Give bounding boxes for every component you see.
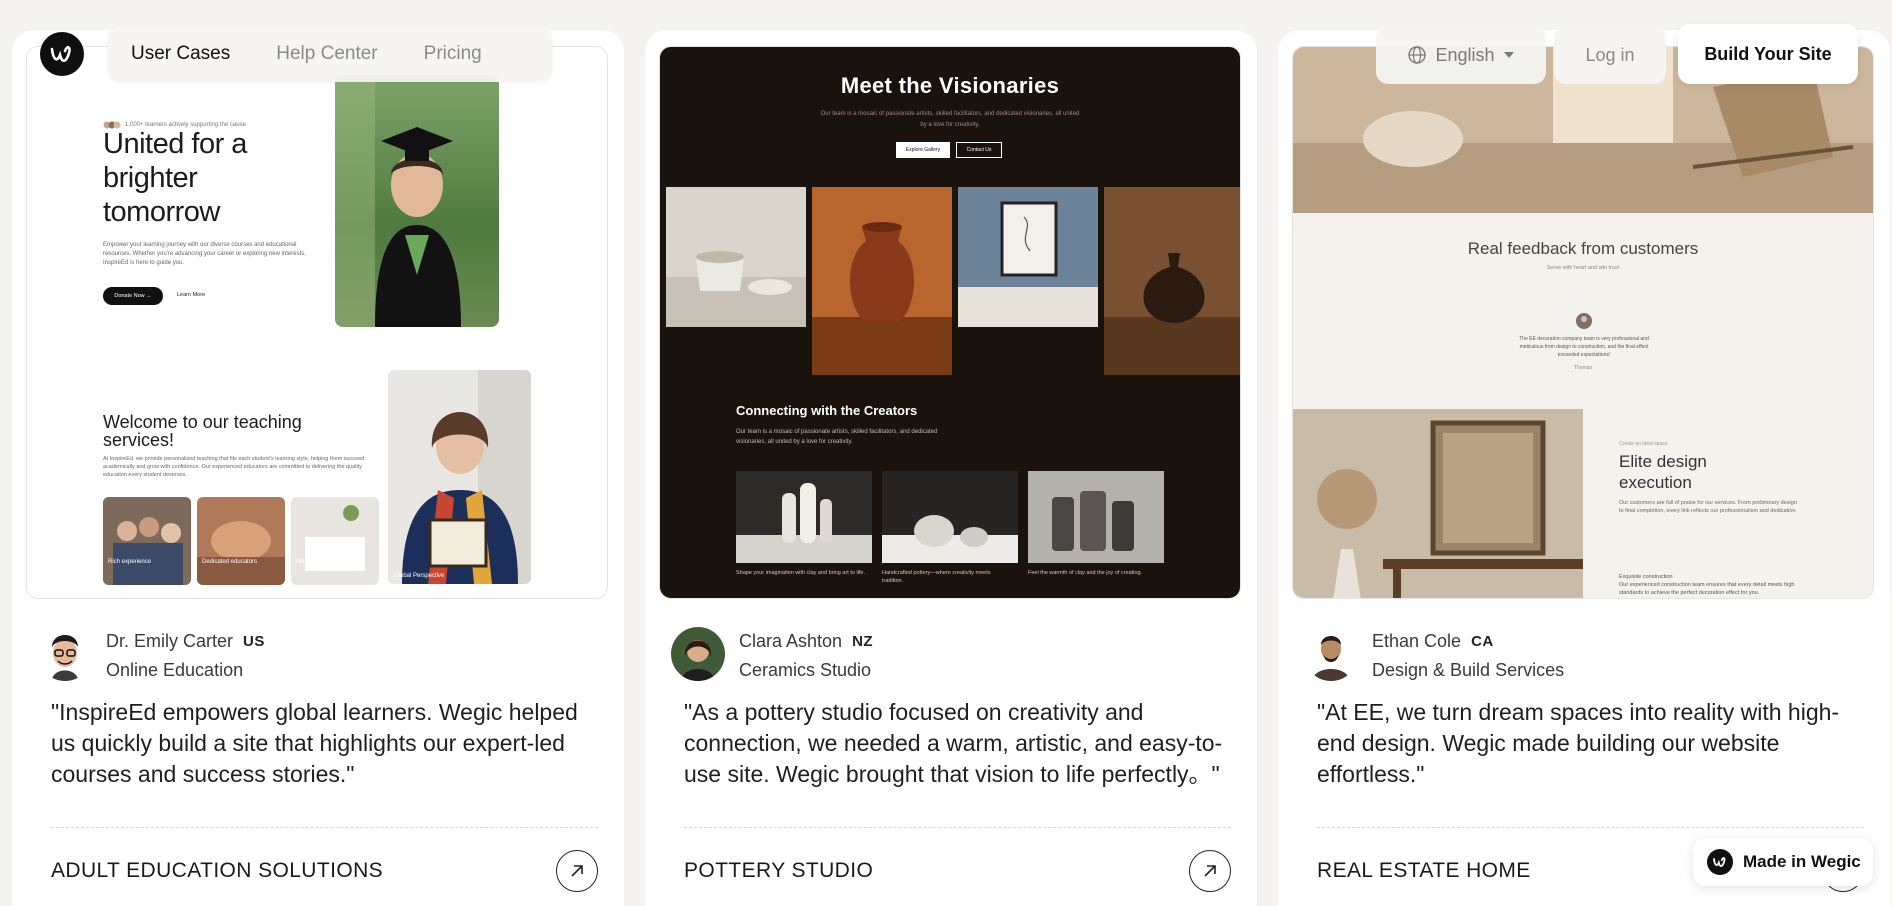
globe-icon <box>1408 46 1427 64</box>
made-in-wegic-badge[interactable]: Made in Wegic <box>1693 838 1873 886</box>
hero-title: United for a brighter tomorrow <box>103 128 247 228</box>
country-code: CA <box>1471 633 1494 650</box>
author-row: Ethan Cole CA Design & Build Services <box>1292 627 1876 681</box>
author-role: Online Education <box>106 660 244 680</box>
author-name: Clara Ashton <box>739 631 843 651</box>
thumb-diligent-work: Diligent work <box>291 497 379 585</box>
country-code: US <box>243 633 265 650</box>
language-label: English <box>1435 44 1495 65</box>
author-name: Ethan Cole <box>1372 631 1462 651</box>
explore-gallery-button[interactable]: Explore Gallery <box>896 142 950 158</box>
case-card-education[interactable]: 1,000+ learners actively supporting the … <box>12 30 624 906</box>
author-name: Dr. Emily Carter <box>106 631 234 651</box>
thumb-rich-experience: Rich experience <box>103 497 191 585</box>
section-title: Connecting with the Creators <box>736 403 918 418</box>
arrow-up-right-icon[interactable] <box>1189 850 1231 892</box>
elite-desc: Our customers are full of praise for our… <box>1619 500 1797 514</box>
wegic-logo-icon <box>1707 849 1733 875</box>
construction-desc: Our experienced construction team ensure… <box>1619 582 1795 596</box>
avatar-emily <box>38 627 92 681</box>
category-label: POTTERY STUDIO <box>684 859 874 882</box>
nav-help-center[interactable]: Help Center <box>253 43 400 65</box>
feedback-text: The EE decoration company team is very p… <box>1519 336 1649 358</box>
living-room-photo <box>1293 409 1583 598</box>
author-role: Design & Build Services <box>1372 660 1565 680</box>
caret-down-icon <box>1503 52 1514 58</box>
caption-1: Shape your imagination with clay and bri… <box>736 570 866 576</box>
testimonial-quote: "At EE, we turn dream spaces into realit… <box>1317 699 1840 787</box>
graduate-photo-2: Global Perspective <box>388 370 531 584</box>
country-code: NZ <box>852 633 874 650</box>
main-nav: User Cases Help Center Pricing <box>108 26 552 82</box>
category-label: REAL ESTATE HOME <box>1317 859 1531 882</box>
feedback-sub: Serve with heart and win trust <box>1546 265 1620 271</box>
learn-more-link[interactable]: Learn More <box>177 292 205 298</box>
category-label: ADULT EDUCATION SOLUTIONS <box>51 859 384 882</box>
grey-cups-photo <box>1028 471 1164 563</box>
hero-desc: Empower your learning journey with our d… <box>103 242 306 266</box>
badge-label: Made in Wegic <box>1743 852 1861 871</box>
teapot-photo <box>882 471 1018 563</box>
welcome-desc: At InspireEd, we provide personalized te… <box>103 456 365 478</box>
welcome-title: Welcome to our teaching services! <box>103 412 302 450</box>
white-vases-photo <box>736 471 872 563</box>
construction-block: Exquisite construction Our experienced c… <box>1619 573 1809 597</box>
avatar-ethan <box>1304 627 1358 681</box>
testimonial-quote: "InspireEd empowers global learners. Weg… <box>51 699 578 787</box>
section-desc: Our team is a mosaic of passionate artis… <box>736 429 938 445</box>
vase-photo <box>812 187 952 375</box>
feedback-title: Real feedback from customers <box>1467 239 1699 258</box>
dark-vase-photo <box>1104 187 1240 375</box>
bowls-photo <box>666 187 806 327</box>
testimonial-quote: "As a pottery studio focused on creativi… <box>684 699 1223 787</box>
caption-2: Handcrafted pottery—where creativity mee… <box>882 570 991 584</box>
pottery-title: Meet the Visionaries <box>840 73 1060 98</box>
arrow-up-right-icon[interactable] <box>556 850 598 892</box>
author-row: Dr. Emily Carter US Online Education <box>26 627 610 681</box>
preview-pottery[interactable]: Meet the Visionaries Our team is a mosai… <box>659 46 1241 599</box>
pottery-sub: Our team is a mosaic of passionate artis… <box>820 111 1080 128</box>
elite-tag: Create an ideal space <box>1619 441 1668 447</box>
page: 1,000+ learners actively supporting the … <box>0 0 1892 906</box>
language-selector[interactable]: English <box>1376 26 1546 84</box>
caption-3: Feel the warmth of clay and the joy of c… <box>1028 570 1143 576</box>
preview-education[interactable]: 1,000+ learners actively supporting the … <box>26 46 608 599</box>
nav-pricing[interactable]: Pricing <box>401 43 505 65</box>
construction-title: Exquisite construction <box>1619 574 1673 580</box>
contact-us-button[interactable]: Contact Us <box>956 142 1002 158</box>
svg-text:Global Perspective: Global Perspective <box>394 573 445 579</box>
thumb-dedicated-educators: Dedicated educators <box>197 497 285 585</box>
login-button[interactable]: Log in <box>1554 26 1666 84</box>
graduate-photo <box>335 75 499 327</box>
feedback-name: Thomas <box>1573 365 1593 371</box>
elite-title: Elite design execution <box>1619 452 1707 492</box>
author-role: Ceramics Studio <box>739 660 872 680</box>
author-row: Clara Ashton NZ Ceramics Studio <box>659 627 1243 681</box>
frame-photo <box>958 187 1098 327</box>
case-card-pottery[interactable]: Meet the Visionaries Our team is a mosai… <box>645 30 1257 906</box>
build-site-button[interactable]: Build Your Site <box>1678 24 1858 84</box>
preview-real-estate[interactable]: Real feedback from customers Serve with … <box>1292 46 1874 599</box>
case-card-real-estate[interactable]: Real feedback from customers Serve with … <box>1278 30 1890 906</box>
reviewer-avatar <box>1576 313 1592 329</box>
avatar-clara <box>671 627 725 681</box>
donate-button[interactable]: Donate Now → <box>103 287 163 305</box>
nav-user-cases[interactable]: User Cases <box>108 43 253 65</box>
wegic-logo-icon[interactable] <box>40 32 84 76</box>
